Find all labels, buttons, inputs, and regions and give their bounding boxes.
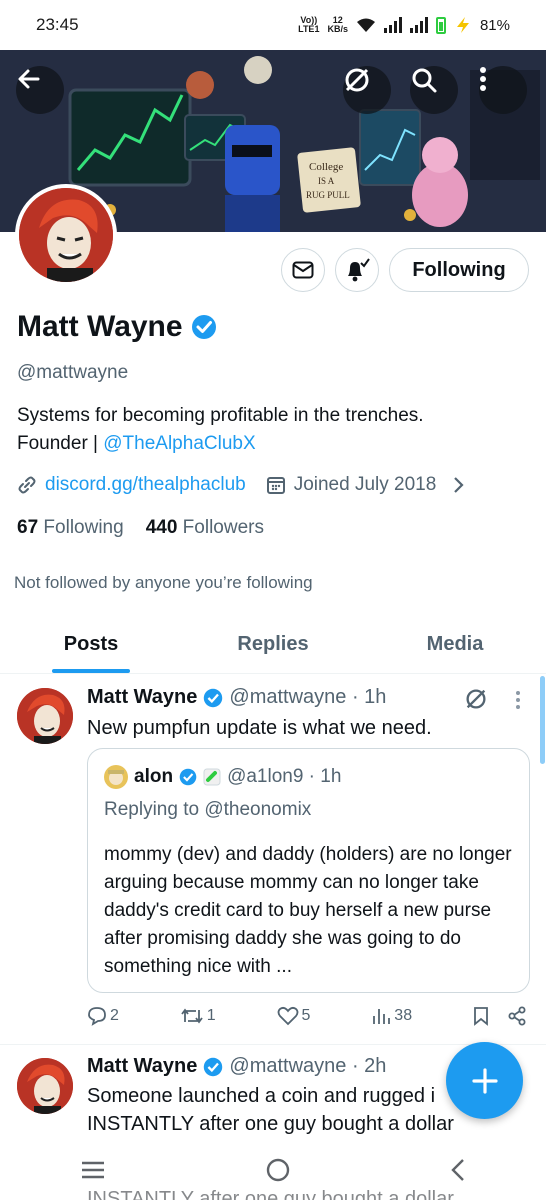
notifications-button[interactable] bbox=[335, 248, 379, 292]
reply-button[interactable]: 2 bbox=[87, 1006, 119, 1026]
avatar-image bbox=[19, 188, 113, 282]
heart-icon bbox=[277, 1006, 298, 1026]
more-vertical-icon bbox=[480, 67, 486, 91]
svg-text:College: College bbox=[309, 161, 343, 173]
tweet-author-name[interactable]: Matt Wayne bbox=[87, 686, 197, 709]
back-nav-icon[interactable] bbox=[450, 1158, 466, 1182]
following-count-link[interactable]: 67 Following bbox=[17, 517, 124, 539]
signal-1-icon bbox=[383, 17, 402, 33]
following-button[interactable]: Following bbox=[389, 248, 529, 292]
profile-name: Matt Wayne bbox=[17, 310, 183, 343]
battery-icon bbox=[435, 16, 446, 34]
battery-percent: 81% bbox=[479, 16, 510, 34]
follow-counts: 67 Following 440 Followers bbox=[17, 517, 264, 539]
profile-name-row: Matt Wayne bbox=[17, 310, 217, 344]
status-time: 23:45 bbox=[36, 15, 79, 34]
share-icon[interactable] bbox=[507, 1006, 527, 1026]
profile-bio: Systems for becoming profitable in the t… bbox=[17, 405, 424, 454]
bell-check-icon bbox=[348, 258, 370, 282]
bookmark-icon[interactable] bbox=[473, 1006, 489, 1026]
message-button[interactable] bbox=[281, 248, 325, 292]
tweet-header: Matt Wayne @mattwayne · 1h bbox=[87, 686, 386, 709]
tweet-divider bbox=[0, 1044, 546, 1045]
tweet-handle-time: @mattwayne · 1h bbox=[229, 686, 387, 708]
reply-icon bbox=[88, 1007, 106, 1026]
tab-replies[interactable]: Replies bbox=[182, 616, 364, 673]
tweet-avatar[interactable] bbox=[17, 1058, 73, 1114]
tweet-avatar[interactable] bbox=[17, 688, 73, 744]
network-speed: 12 KB/s bbox=[327, 15, 348, 34]
joined-date: Joined July 2018 bbox=[293, 474, 437, 495]
affiliate-badge-icon bbox=[203, 768, 221, 786]
followers-count-link[interactable]: 440 Followers bbox=[146, 517, 264, 539]
quote-replying-to: Replying to @theonomix bbox=[104, 799, 312, 820]
status-bar: 23:45 Vo)) LTE1 12 KB/s 81% bbox=[0, 0, 546, 50]
scrolled-text-ghost: INSTANTLY after one guy bought a dollar bbox=[87, 1188, 454, 1200]
tab-posts[interactable]: Posts bbox=[0, 616, 182, 673]
repost-icon bbox=[181, 1008, 203, 1024]
tweet-header: Matt Wayne @mattwayne · 2h bbox=[87, 1055, 386, 1078]
more-options-button[interactable] bbox=[479, 66, 527, 114]
verified-badge-icon bbox=[204, 1057, 223, 1076]
quote-body: mommy (dev) and daddy (holders) are no l… bbox=[104, 844, 512, 977]
wifi-icon bbox=[356, 18, 375, 32]
home-icon[interactable] bbox=[265, 1157, 291, 1183]
recent-apps-icon[interactable] bbox=[80, 1160, 106, 1180]
tweet-author-name[interactable]: Matt Wayne bbox=[87, 1055, 197, 1078]
network-type-icon: Vo)) LTE1 bbox=[298, 15, 320, 34]
repost-button[interactable]: 1 bbox=[180, 1006, 216, 1026]
profile-meta: discord.gg/thealphaclub Joined July 2018 bbox=[17, 474, 464, 496]
search-icon bbox=[412, 68, 437, 93]
verified-badge-icon[interactable] bbox=[191, 314, 217, 340]
compose-button[interactable] bbox=[446, 1042, 523, 1119]
svg-text:IS A: IS A bbox=[318, 176, 335, 186]
like-button[interactable]: 5 bbox=[277, 1006, 310, 1026]
scroll-indicator bbox=[540, 676, 545, 764]
quoted-tweet-header: alon @a1lon9 · 1h bbox=[104, 765, 341, 789]
verified-badge-icon bbox=[204, 688, 223, 707]
website-link[interactable]: discord.gg/thealphaclub bbox=[45, 474, 246, 496]
not-followed-notice: Not followed by anyone you’re following bbox=[14, 573, 313, 592]
avatar-image bbox=[17, 1058, 73, 1114]
status-icons: Vo)) LTE1 12 KB/s 81% bbox=[298, 16, 510, 34]
bio-mention-link[interactable]: @TheAlphaClubX bbox=[103, 433, 255, 454]
mail-icon bbox=[292, 261, 314, 279]
arrow-left-icon bbox=[18, 69, 40, 89]
plus-icon bbox=[471, 1067, 498, 1094]
quote-author-name: alon bbox=[134, 766, 174, 787]
quoted-tweet[interactable]: alon @a1lon9 · 1h Replying to @theonomix… bbox=[87, 748, 530, 993]
profile-avatar[interactable] bbox=[15, 184, 117, 286]
chevron-right-icon[interactable] bbox=[452, 476, 464, 494]
signal-2-icon bbox=[409, 17, 428, 33]
tweet-actions: 2 1 5 38 bbox=[87, 1006, 527, 1026]
profile-handle: @mattwayne bbox=[17, 362, 129, 383]
grok-button[interactable] bbox=[343, 66, 391, 114]
analytics-icon bbox=[373, 1009, 391, 1024]
avatar-image bbox=[17, 688, 73, 744]
svg-text:RUG PULL: RUG PULL bbox=[306, 190, 350, 200]
search-button[interactable] bbox=[410, 66, 458, 114]
back-button[interactable] bbox=[16, 66, 64, 114]
profile-tabs: Posts Replies Media bbox=[0, 616, 546, 674]
views-button[interactable]: 38 bbox=[371, 1006, 412, 1026]
tweet-text: New pumpfun update is what we need. bbox=[87, 717, 432, 739]
charging-icon bbox=[456, 17, 469, 33]
link-icon bbox=[18, 476, 36, 494]
tweet-handle-time: @mattwayne · 2h bbox=[229, 1055, 387, 1077]
verified-badge-icon bbox=[179, 768, 197, 786]
quote-handle-time: @a1lon9 · 1h bbox=[227, 766, 342, 787]
calendar-icon bbox=[266, 477, 285, 494]
grok-icon bbox=[345, 68, 369, 92]
quote-avatar bbox=[104, 765, 128, 789]
bookmark-share-group bbox=[473, 1006, 527, 1026]
grok-icon[interactable] bbox=[463, 686, 489, 712]
more-vertical-icon[interactable] bbox=[514, 690, 522, 710]
tab-media[interactable]: Media bbox=[364, 616, 546, 673]
